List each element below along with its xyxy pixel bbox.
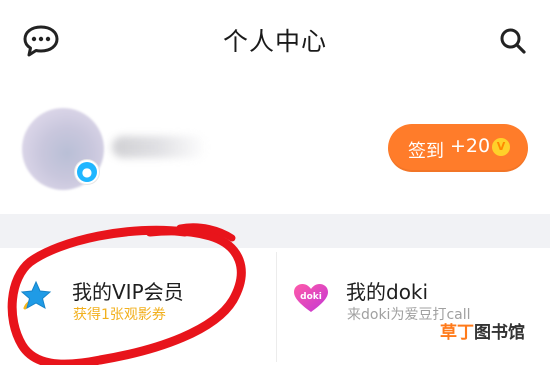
- qq-badge: ●: [75, 160, 99, 184]
- watermark-part2: 图书馆: [474, 323, 525, 343]
- doki-icon-text: doki: [300, 292, 322, 302]
- vip-card-title[interactable]: 我的VIP会员: [72, 276, 184, 305]
- page-title: 个人中心: [222, 27, 327, 56]
- card-divider: [276, 252, 277, 362]
- vip-card-subtitle: 获得1张观影券: [73, 307, 166, 323]
- username-blurred: [112, 136, 207, 158]
- checkin-points: +20: [450, 135, 491, 157]
- coin-icon: V: [492, 138, 510, 156]
- search-icon[interactable]: [497, 25, 529, 57]
- checkin-label: 签到: [408, 141, 444, 162]
- vip-star-icon: [20, 280, 52, 310]
- watermark: 草丁图书馆: [440, 318, 525, 343]
- doki-card-title[interactable]: 我的doki: [346, 276, 428, 305]
- section-separator: [0, 214, 550, 248]
- doki-heart-icon: doki: [294, 284, 328, 312]
- watermark-part1: 草丁: [440, 323, 474, 343]
- qq-penguin-icon: ●: [77, 162, 97, 182]
